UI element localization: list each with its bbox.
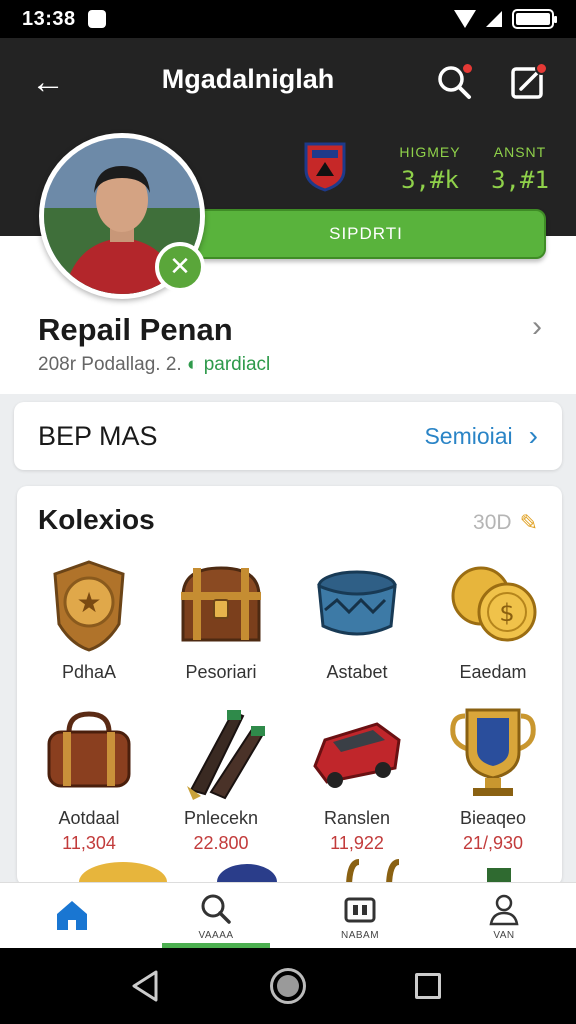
signal-icon — [486, 11, 502, 27]
status-time: 13:38 — [22, 7, 76, 30]
notification-icon — [87, 10, 106, 28]
best-card[interactable]: BEP MAS Semioiai › — [14, 402, 562, 470]
system-back-icon[interactable] — [128, 968, 164, 1004]
stat-value: 3,#1 — [491, 166, 549, 194]
back-arrow-icon[interactable]: ← — [28, 62, 68, 102]
nav-label: NABAM — [340, 929, 380, 941]
drum-icon — [317, 570, 397, 636]
partial-item-icon — [79, 862, 167, 886]
item-name: Pnlecekn — [183, 808, 259, 828]
edit-button[interactable] — [506, 60, 550, 104]
battery-icon — [512, 9, 557, 29]
page-title: Mgadalniglah — [161, 64, 335, 94]
stat-label: ANSNT — [493, 144, 547, 160]
search-button[interactable] — [432, 60, 476, 104]
collections-count[interactable]: 30D ✎ — [473, 510, 538, 536]
collections-title: Kolexios — [38, 504, 155, 535]
item-name: Eaedam — [459, 662, 527, 682]
rocket-darts-icon — [187, 710, 265, 800]
partial-item-icon — [346, 859, 400, 886]
partial-item-icon — [217, 864, 277, 886]
edit-pencil-icon: ✎ — [519, 510, 538, 535]
item-name: Bieaqeo — [459, 808, 527, 828]
chevron-right-icon[interactable]: › — [532, 310, 542, 344]
support-button[interactable]: SIPDRTI — [186, 209, 546, 259]
nav-profile[interactable]: VAN — [432, 883, 576, 948]
nav-search[interactable]: VAAAA — [144, 883, 288, 948]
item-name: PdhaA — [61, 662, 117, 682]
ticket-icon — [344, 897, 376, 922]
system-home-icon[interactable] — [270, 968, 306, 1004]
trophy-shield-icon — [450, 708, 536, 796]
nav-tickets[interactable]: NABAM — [288, 883, 432, 948]
see-all-link[interactable]: Semioiai › — [424, 420, 538, 452]
item-name: Ranslen — [323, 808, 391, 828]
profile-icon — [489, 894, 519, 925]
stat-block: ANSNT 3,#1 — [482, 144, 558, 194]
collections-card: Kolexios 30D ✎ ★ PdhaA Pesoriari Astabet… — [17, 486, 562, 886]
partial-item-icon — [487, 868, 511, 886]
status-check-icon: ◐ — [186, 354, 199, 375]
stat-label: HIGMEY — [399, 144, 461, 160]
collection-item[interactable]: Bieaqeo 21/,930 — [425, 702, 561, 854]
item-name: Astabet — [326, 662, 388, 682]
verified-badge-icon: ✕ — [155, 242, 205, 292]
gold-coins-icon: $ — [451, 566, 537, 642]
collection-item[interactable]: Pesoriari — [153, 556, 289, 683]
team-crest-icon — [304, 142, 346, 192]
profile-status: pardiacl — [203, 354, 271, 375]
nav-label: VAN — [493, 929, 515, 941]
profile-name: Repail Penan — [38, 312, 233, 347]
svg-text:$: $ — [499, 599, 514, 627]
best-card-title: BEP MAS — [38, 420, 158, 451]
see-all-label: Semioiai — [424, 422, 513, 449]
item-name: Pesoriari — [185, 662, 257, 682]
red-car-icon — [313, 722, 401, 788]
status-bar: 13:38 — [0, 0, 576, 38]
svg-text:★: ★ — [76, 586, 101, 619]
collection-item[interactable]: Ranslen 11,922 — [289, 702, 425, 854]
collections-count-value: 30D — [473, 511, 512, 534]
notification-badge — [461, 62, 474, 75]
collection-item[interactable]: $ Eaedam — [425, 556, 561, 683]
leather-bag-icon — [47, 711, 131, 788]
stat-block: HIGMEY 3,#k — [390, 144, 470, 194]
system-nav-bar — [0, 948, 576, 1024]
profile-meta: 208r Podallag. 2. — [38, 354, 182, 375]
collection-item[interactable]: ★ PdhaA — [21, 556, 157, 683]
status-icons — [454, 9, 557, 29]
nav-label: VAAAA — [198, 929, 234, 941]
treasure-chest-icon — [181, 566, 261, 642]
stat-value: 3,#k — [401, 166, 459, 194]
notification-badge — [535, 62, 548, 75]
wifi-icon — [454, 10, 476, 28]
nav-home[interactable] — [0, 883, 144, 948]
collection-item[interactable]: Aotdaal 11,304 — [21, 702, 157, 854]
item-name: Aotdaal — [58, 808, 120, 828]
home-icon — [57, 901, 87, 930]
bottom-nav: VAAAA NABAM VAN — [0, 882, 576, 948]
collection-item[interactable]: Pnlecekn 22.800 — [153, 702, 289, 854]
search-icon — [201, 894, 231, 924]
shield-medal-icon: ★ — [53, 560, 125, 652]
system-recents-icon[interactable] — [410, 968, 446, 1004]
chevron-right-icon: › — [528, 420, 538, 451]
profile-subtitle: 208r Podallag. 2. ◐ pardiacl — [38, 354, 270, 376]
collection-item[interactable]: Astabet — [289, 556, 425, 683]
